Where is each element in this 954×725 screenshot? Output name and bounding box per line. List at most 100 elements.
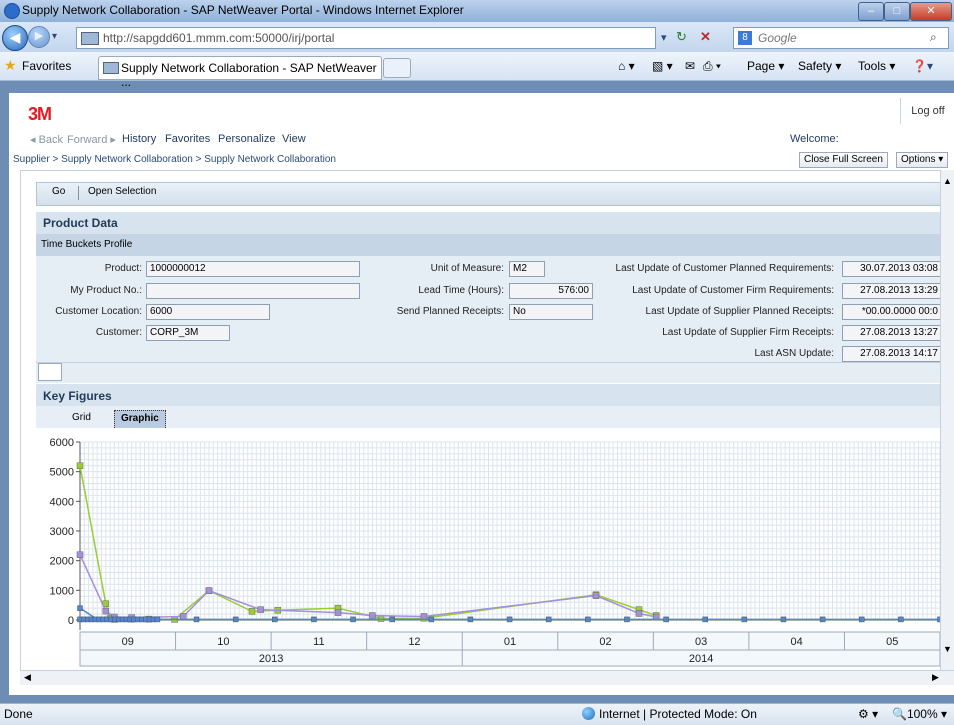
home-icon[interactable]: ⌂ ▾	[618, 59, 635, 73]
series-point	[193, 616, 200, 623]
my-product-label: My Product No.:	[70, 285, 142, 296]
sap-page-icon	[81, 32, 99, 45]
back-arrow-icon[interactable]: ◀	[2, 25, 28, 51]
month-label: 05	[886, 636, 898, 648]
y-tick-label: 3000	[50, 526, 74, 538]
search-input[interactable]: 8 Google ⌕	[733, 27, 949, 49]
series-point	[741, 616, 748, 623]
safety-menu[interactable]: Safety ▾	[798, 59, 841, 73]
browser-tab[interactable]: Supply Network Collaboration - SAP NetWe…	[98, 56, 382, 89]
month-label: 03	[695, 636, 707, 648]
open-selection-button[interactable]: Open Selection	[88, 186, 156, 197]
product-data-header: Product Data	[36, 212, 940, 234]
refresh-icon[interactable]: ↻	[676, 29, 687, 45]
month-label: 01	[504, 636, 516, 648]
series-point	[154, 616, 161, 623]
search-icon[interactable]: ⌕	[930, 30, 937, 45]
y-tick-label: 5000	[50, 467, 74, 479]
y-tick-label: 0	[68, 615, 74, 627]
series-point	[369, 612, 376, 619]
customer-location-field[interactable]: 6000	[146, 304, 270, 320]
unit-of-measure-field[interactable]: M2	[509, 261, 545, 277]
empty-cell[interactable]	[38, 363, 62, 381]
new-tab-button[interactable]	[383, 58, 411, 78]
forward-arrow-icon[interactable]: ▶	[28, 26, 50, 48]
scroll-up-arrow[interactable]: ▲	[943, 176, 952, 186]
url-input[interactable]: http://sapgdd601.mmm.com:50000/irj/porta…	[76, 27, 656, 49]
lead-time-field[interactable]: 576:00	[509, 283, 593, 299]
y-tick-label: 6000	[50, 437, 74, 449]
lu-customer-firm-field[interactable]: 27.08.2013 13:29	[842, 283, 942, 299]
y-tick-label: 1000	[50, 585, 74, 597]
month-label: 10	[217, 636, 229, 648]
breadcrumb[interactable]: Supplier > Supply Network Collaboration …	[13, 154, 336, 165]
globe-icon	[582, 707, 595, 720]
favorites-link[interactable]: Favorites	[165, 133, 210, 145]
mail-icon[interactable]: ✉	[685, 59, 695, 73]
zoom-value: 100%	[906, 707, 938, 721]
welcome-text: Welcome:	[790, 133, 839, 145]
horizontal-scrollbar[interactable]: ◀ ▶	[20, 670, 954, 685]
log-off-button[interactable]: Log off	[900, 98, 954, 124]
tab-grid[interactable]: Grid	[66, 410, 97, 428]
scroll-down-arrow[interactable]: ▼	[943, 644, 952, 654]
my-product-field[interactable]	[146, 283, 360, 299]
month-label: 11	[313, 636, 324, 648]
back-button[interactable]: ◂ Back	[30, 133, 63, 146]
lu-asn-field[interactable]: 27.08.2013 14:17	[842, 346, 942, 362]
history-link[interactable]: History	[122, 133, 156, 145]
series-point	[635, 610, 643, 617]
recent-pages-dropdown[interactable]: ▾	[52, 31, 57, 42]
lu-supplier-planned-field[interactable]: *00.00.0000 00:0	[842, 304, 942, 320]
zoom-level[interactable]: 🔍100% ▾	[892, 707, 947, 721]
send-planned-receipts-label: Send Planned Receipts:	[396, 306, 504, 317]
scroll-right-arrow[interactable]: ▶	[932, 672, 939, 683]
toolbar-separator	[78, 186, 79, 200]
series-point	[350, 616, 356, 623]
personalize-link[interactable]: Personalize	[218, 133, 275, 145]
lead-time-label: Lead Time (Hours):	[418, 285, 504, 296]
minimize-button[interactable]: –	[858, 2, 884, 21]
page-menu[interactable]: Page ▾	[747, 59, 784, 73]
favorites-button[interactable]: Favorites	[22, 59, 71, 73]
close-full-screen-button[interactable]: Close Full Screen	[799, 152, 888, 168]
series-point	[272, 616, 278, 623]
product-data-title: Product Data	[43, 216, 118, 230]
product-field[interactable]: 1000000012	[146, 261, 360, 277]
print-icon[interactable]: ⎙ ▾	[703, 59, 721, 74]
protected-settings-icon[interactable]: ⚙ ▾	[858, 707, 878, 721]
tools-menu[interactable]: Tools ▾	[858, 59, 895, 73]
lu-supplier-firm-field[interactable]: 27.08.2013 13:27	[842, 325, 942, 341]
customer-field[interactable]: CORP_3M	[146, 325, 230, 341]
scroll-left-arrow[interactable]: ◀	[24, 672, 31, 683]
month-label: 09	[122, 636, 134, 648]
go-button[interactable]: Go	[52, 186, 65, 197]
series-point	[858, 616, 865, 623]
url-dropdown[interactable]: ▾	[661, 31, 667, 44]
stop-icon[interactable]: ✕	[700, 29, 711, 45]
close-button[interactable]: ✕	[910, 2, 952, 21]
help-icon[interactable]: ❓▾	[912, 59, 933, 73]
series-point	[898, 616, 904, 623]
view-link[interactable]: View	[282, 133, 306, 145]
year-band	[79, 649, 941, 667]
search-provider-icon: 8	[738, 31, 752, 45]
series-point	[663, 616, 669, 623]
lu-customer-planned-field[interactable]: 30.07.2013 03:08	[842, 261, 942, 277]
month-label: 12	[408, 636, 420, 648]
time-buckets-profile-label[interactable]: Time Buckets Profile	[41, 239, 132, 250]
chart-area: 0 1000 2000 3000 4000 5000 6000 09 10 11 12 01 02 03 0…	[36, 428, 943, 680]
unit-of-measure-label: Unit of Measure:	[430, 263, 504, 274]
window-title: Supply Network Collaboration - SAP NetWe…	[22, 3, 464, 17]
series-point	[102, 607, 110, 615]
vertical-scrollbar[interactable]: ▲ ▼	[940, 170, 954, 682]
year-label: 2013	[259, 653, 283, 665]
series-point	[506, 616, 513, 623]
options-button[interactable]: Options ▾	[896, 152, 949, 168]
empty-row	[36, 362, 940, 383]
maximize-button[interactable]: □	[884, 2, 910, 21]
feeds-icon[interactable]: ▧ ▾	[652, 59, 673, 73]
send-planned-receipts-field[interactable]: No	[509, 304, 593, 320]
tab-graphic[interactable]: Graphic	[114, 410, 166, 430]
forward-button[interactable]: Forward ▸	[67, 133, 116, 146]
